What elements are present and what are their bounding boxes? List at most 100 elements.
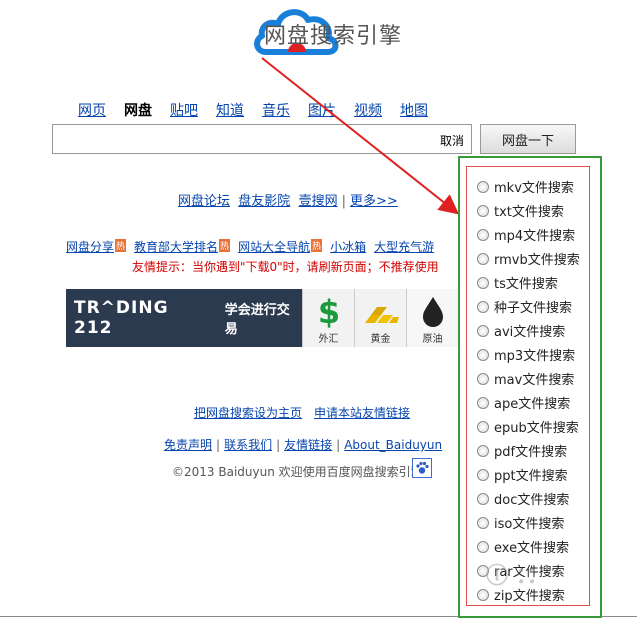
footer-link-0[interactable]: 把网盘搜索设为主页 [194,406,302,420]
hot-link-label[interactable]: 教育部大学排名 [134,240,218,254]
nav-item-7[interactable]: 地图 [400,103,428,119]
radio-button[interactable] [477,204,489,217]
banner-tile-symbol: $ [318,293,340,329]
filetype-option[interactable]: doc文件搜索 [477,489,569,508]
radio-button[interactable] [477,444,489,457]
radio-button[interactable] [477,468,489,481]
radio-button[interactable] [477,300,489,313]
radio-button[interactable] [477,372,489,385]
filetype-option[interactable]: ppt文件搜索 [477,465,568,484]
link-separator: | [216,438,221,452]
hot-link-item[interactable]: 大型充气游 [374,240,434,254]
filetype-option-label: txt文件搜索 [494,205,564,220]
copyright-text: ©2013 Baiduyun 欢迎使用百度网盘搜索引擎 [172,465,423,479]
ad-banner[interactable]: TR^DING 212 学会进行交易 $ 外汇 黄金 原油 [66,289,458,347]
filetype-option[interactable]: epub文件搜索 [477,417,579,436]
filetype-option-label: mkv文件搜索 [494,181,574,196]
radio-button[interactable] [477,228,489,241]
link-separator: | [336,438,341,452]
radio-button[interactable] [477,588,489,601]
filetype-option[interactable]: 种子文件搜索 [477,297,572,316]
footer2-link-1[interactable]: 联系我们 [224,438,272,452]
footer-link-1[interactable]: 申请本站友情链接 [314,406,410,420]
footer2-link-3[interactable]: About_Baiduyun [344,438,442,452]
banner-tile-caption: 黄金 [370,334,391,345]
hot-links: 网盘分享热教育部大学排名热网站大全导航热小冰箱 大型充气游 [66,238,458,255]
hot-link-label[interactable]: 网站大全导航 [238,240,310,254]
filetype-dropdown-panel: mkv文件搜索 txt文件搜索 mp4文件搜索 rmvb文件搜索 ts文件搜索 种子文件搜… [458,156,602,618]
banner-brand: TR^DING 212 [74,298,169,338]
filetype-option-label: iso文件搜索 [494,517,565,532]
footer2-link-0[interactable]: 免责声明 [164,438,212,452]
filetype-option[interactable]: iso文件搜索 [477,513,564,532]
banner-tile-oil[interactable]: 原油 [406,289,458,347]
quick-link-0[interactable]: 网盘论坛 [178,194,230,209]
footer-links-row-2: 免责声明 | 联系我们 | 友情链接 | About_Baiduyun [164,436,442,453]
nav-item-0[interactable]: 网页 [78,103,106,119]
filetype-option[interactable]: mav文件搜索 [477,369,574,388]
oil-drop-icon [423,297,443,327]
watermark-text: Ⓘ ：： [486,564,549,589]
quick-link-1[interactable]: 盘友影院 [238,194,290,209]
hot-link-label[interactable]: 网盘分享 [66,240,114,254]
filetype-option[interactable]: mp4文件搜索 [477,225,575,244]
nav-item-2[interactable]: 贴吧 [170,103,198,119]
filetype-option[interactable]: ts文件搜索 [477,273,558,292]
filetype-option-label: doc文件搜索 [494,493,570,508]
radio-button[interactable] [477,492,489,505]
hot-link-item[interactable]: 网站大全导航热 [238,239,323,254]
banner-slogan: 学会进行交易 [224,303,290,337]
search-button[interactable]: 网盘一下 [480,124,576,154]
filetype-option[interactable]: txt文件搜索 [477,201,564,220]
filetype-options-list: mkv文件搜索 txt文件搜索 mp4文件搜索 rmvb文件搜索 ts文件搜索 种子文件搜… [466,166,590,606]
clear-link[interactable]: 取消 [440,132,464,149]
filetype-option[interactable]: exe文件搜索 [477,537,569,556]
radio-button[interactable] [477,276,489,289]
footer-links-row-1: 把网盘搜索设为主页 申请本站友情链接 [194,404,422,421]
hot-badge: 热 [311,239,323,252]
banner-brand-area[interactable]: TR^DING 212 学会进行交易 [66,289,302,347]
filetype-option-label: ts文件搜索 [494,277,558,292]
radio-button[interactable] [477,516,489,529]
filetype-option[interactable]: avi文件搜索 [477,321,565,340]
radio-button[interactable] [477,348,489,361]
radio-button[interactable] [477,252,489,265]
hot-link-item[interactable]: 教育部大学排名热 [134,239,231,254]
hot-link-label[interactable]: 大型充气游 [374,240,434,254]
filetype-option[interactable]: ape文件搜索 [477,393,570,412]
banner-tile-forex[interactable]: $ 外汇 [302,289,354,347]
filetype-option[interactable]: pdf文件搜索 [477,441,567,460]
search-input[interactable] [52,124,472,154]
hot-link-label[interactable]: 小冰箱 [330,240,366,254]
filetype-option-label: rmvb文件搜索 [494,253,580,268]
radio-button[interactable] [477,420,489,433]
nav-item-4[interactable]: 音乐 [262,103,290,119]
nav-item-3[interactable]: 知道 [216,103,244,119]
filetype-option-label: ppt文件搜索 [494,469,568,484]
filetype-option[interactable]: mkv文件搜索 [477,177,574,196]
radio-button[interactable] [477,396,489,409]
filetype-option-label: pdf文件搜索 [494,445,568,460]
hot-link-item[interactable]: 网盘分享热 [66,239,127,254]
banner-tile-gold[interactable]: 黄金 [354,289,406,347]
paw-icon[interactable] [412,458,432,478]
filetype-option[interactable]: rmvb文件搜索 [477,249,580,268]
filetype-option-label: 种子文件搜索 [494,301,573,316]
radio-button[interactable] [477,540,489,553]
radio-button[interactable] [477,180,489,193]
quick-link-2[interactable]: 壹搜网 [299,194,338,209]
filetype-option-label: epub文件搜索 [494,421,579,436]
link-separator: | [341,194,346,209]
radio-button[interactable] [477,324,489,337]
filetype-option[interactable]: mp3文件搜索 [477,345,575,364]
quick-link-3[interactable]: 更多>> [350,194,398,209]
filetype-option-label: exe文件搜索 [494,541,570,556]
quick-links: 网盘论坛 盘友影院 壹搜网 | 更多>> [178,190,398,209]
nav-item-5[interactable]: 图片 [308,103,336,119]
nav-item-1[interactable]: 网盘 [124,103,152,119]
nav-item-6[interactable]: 视频 [354,103,382,119]
filetype-option-label: ape文件搜索 [494,397,571,412]
filetype-option-label: mp3文件搜索 [494,349,576,364]
hot-link-item[interactable]: 小冰箱 [330,240,366,254]
footer2-link-2[interactable]: 友情链接 [284,438,332,452]
